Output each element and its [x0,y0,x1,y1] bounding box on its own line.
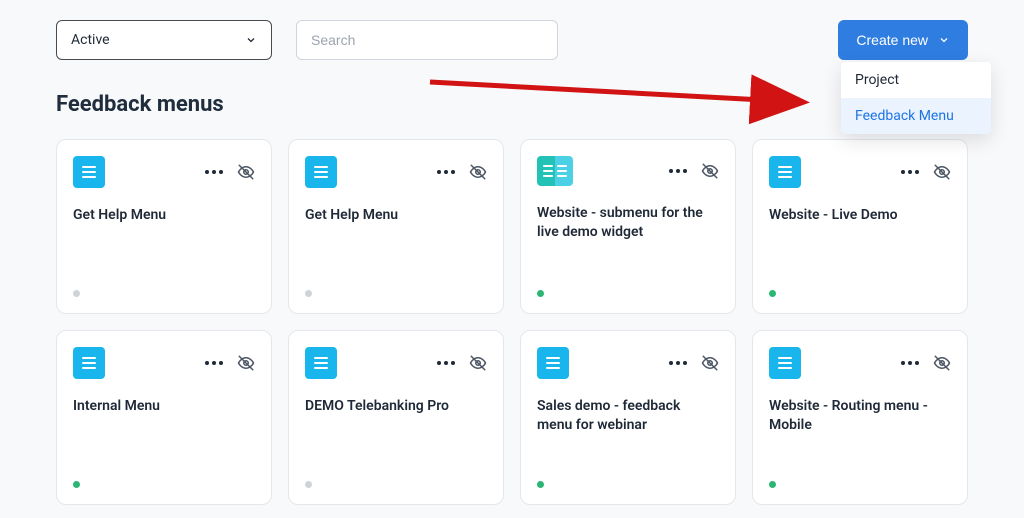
more-icon[interactable] [901,170,919,174]
menu-icon [769,156,801,188]
status-dot [537,290,544,297]
card[interactable]: Website - Routing menu - Mobile [752,330,968,505]
status-dot [537,481,544,488]
more-icon[interactable] [437,170,455,174]
card[interactable]: Get Help Menu [56,139,272,314]
card-actions [901,354,951,372]
card-title: Website - Live Demo [769,206,951,225]
visibility-off-icon[interactable] [933,163,951,181]
create-dropdown: ProjectFeedback Menu [841,62,991,134]
visibility-off-icon[interactable] [933,354,951,372]
card-head [305,156,487,188]
status-dot [769,481,776,488]
create-new-button[interactable]: Create new [838,20,968,60]
card[interactable]: Internal Menu [56,330,272,505]
visibility-off-icon[interactable] [237,354,255,372]
filter-select[interactable]: Active [56,20,272,60]
more-icon[interactable] [205,170,223,174]
card-actions [205,163,255,181]
card-head [73,347,255,379]
more-icon[interactable] [901,361,919,365]
menu-icon [305,156,337,188]
visibility-off-icon[interactable] [701,354,719,372]
card-actions [205,354,255,372]
menu-icon [537,347,569,379]
submenu-icon [537,156,573,186]
card-head [73,156,255,188]
status-dot [769,290,776,297]
visibility-off-icon[interactable] [237,163,255,181]
visibility-off-icon[interactable] [701,162,719,180]
more-icon[interactable] [437,361,455,365]
status-dot [73,481,80,488]
more-icon[interactable] [205,361,223,365]
card-actions [901,163,951,181]
card-actions [437,163,487,181]
menu-icon [305,347,337,379]
more-icon[interactable] [669,361,687,365]
card[interactable]: Website - submenu for the live demo widg… [520,139,736,314]
status-dot [305,481,312,488]
card-title: Website - Routing menu - Mobile [769,397,951,435]
card[interactable]: Get Help Menu [288,139,504,314]
card-title: DEMO Telebanking Pro [305,397,487,416]
card-head [537,347,719,379]
filter-value: Active [71,32,110,48]
more-icon[interactable] [669,169,687,173]
create-new-label: Create new [856,32,928,48]
section-title: Feedback menus [56,92,968,117]
status-dot [305,290,312,297]
card[interactable]: Sales demo - feedback menu for webinar [520,330,736,505]
card-actions [437,354,487,372]
search-input[interactable] [296,20,558,60]
menu-icon [73,347,105,379]
card-title: Internal Menu [73,397,255,416]
visibility-off-icon[interactable] [469,163,487,181]
card[interactable]: Website - Live Demo [752,139,968,314]
chevron-down-icon [245,34,257,46]
status-dot [73,290,80,297]
card[interactable]: DEMO Telebanking Pro [288,330,504,505]
card-head [305,347,487,379]
menu-icon [73,156,105,188]
card-grid: Get Help Menu Get Help Menu Website - subm… [56,139,968,505]
chevron-down-icon [938,34,950,46]
dropdown-item-project[interactable]: Project [841,62,991,98]
card-title: Get Help Menu [73,206,255,225]
card-title: Sales demo - feedback menu for webinar [537,397,719,435]
card-actions [669,162,719,180]
card-head [769,347,951,379]
card-head [769,156,951,188]
card-title: Website - submenu for the live demo widg… [537,204,719,242]
visibility-off-icon[interactable] [469,354,487,372]
card-actions [669,354,719,372]
menu-icon [769,347,801,379]
card-title: Get Help Menu [305,206,487,225]
dropdown-item-feedback-menu[interactable]: Feedback Menu [841,98,991,134]
card-head [537,156,719,186]
toolbar: Active Create new [56,20,968,60]
